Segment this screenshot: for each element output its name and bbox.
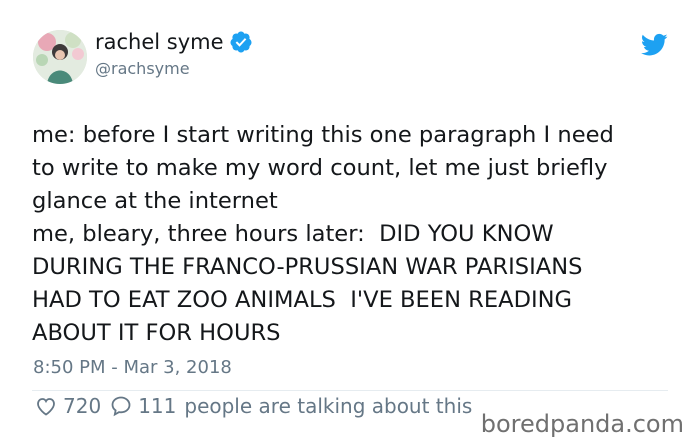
tweet-line: me, bleary, three hours later: DID YOU K…: [32, 221, 554, 247]
tweet-timestamp[interactable]: 8:50 PM - Mar 3, 2018: [33, 357, 232, 378]
tweet-line: HAD TO EAT ZOO ANIMALS I'VE BEEN READING: [32, 287, 573, 313]
tweet-actions: 720 111 people are talking about this: [34, 394, 472, 418]
tweet-line: DURING THE FRANCO-PRUSSIAN WAR PARISIANS: [32, 254, 583, 280]
tweet-text: me: before I start writing this one para…: [32, 119, 680, 350]
author-display-name[interactable]: rachel syme: [95, 31, 224, 53]
heart-icon: [37, 398, 55, 416]
tweet-line: to write to make my word count, let me j…: [32, 155, 608, 181]
tweet-card: rachel syme @rachsyme me: before I start…: [0, 0, 700, 448]
author-name-row: rachel syme: [95, 30, 253, 54]
like-button[interactable]: 720: [34, 394, 109, 418]
avatar[interactable]: [33, 30, 87, 84]
speech-bubble-icon: [111, 396, 131, 417]
divider: [32, 390, 668, 391]
like-count: 720: [63, 394, 102, 418]
twitter-bird-icon[interactable]: [641, 33, 668, 57]
author-handle[interactable]: @rachsyme: [95, 59, 190, 78]
talking-about-label[interactable]: people are talking about this: [184, 394, 472, 418]
watermark: boredpanda.com: [476, 408, 688, 440]
avatar-image: [33, 30, 87, 84]
tweet-line: ABOUT IT FOR HOURS: [32, 320, 281, 346]
reply-button[interactable]: 111: [109, 394, 184, 418]
tweet-line: me: before I start writing this one para…: [32, 122, 614, 148]
reply-count: 111: [138, 394, 177, 418]
tweet-line: glance at the internet: [32, 188, 278, 214]
verified-badge-icon: [230, 31, 252, 53]
